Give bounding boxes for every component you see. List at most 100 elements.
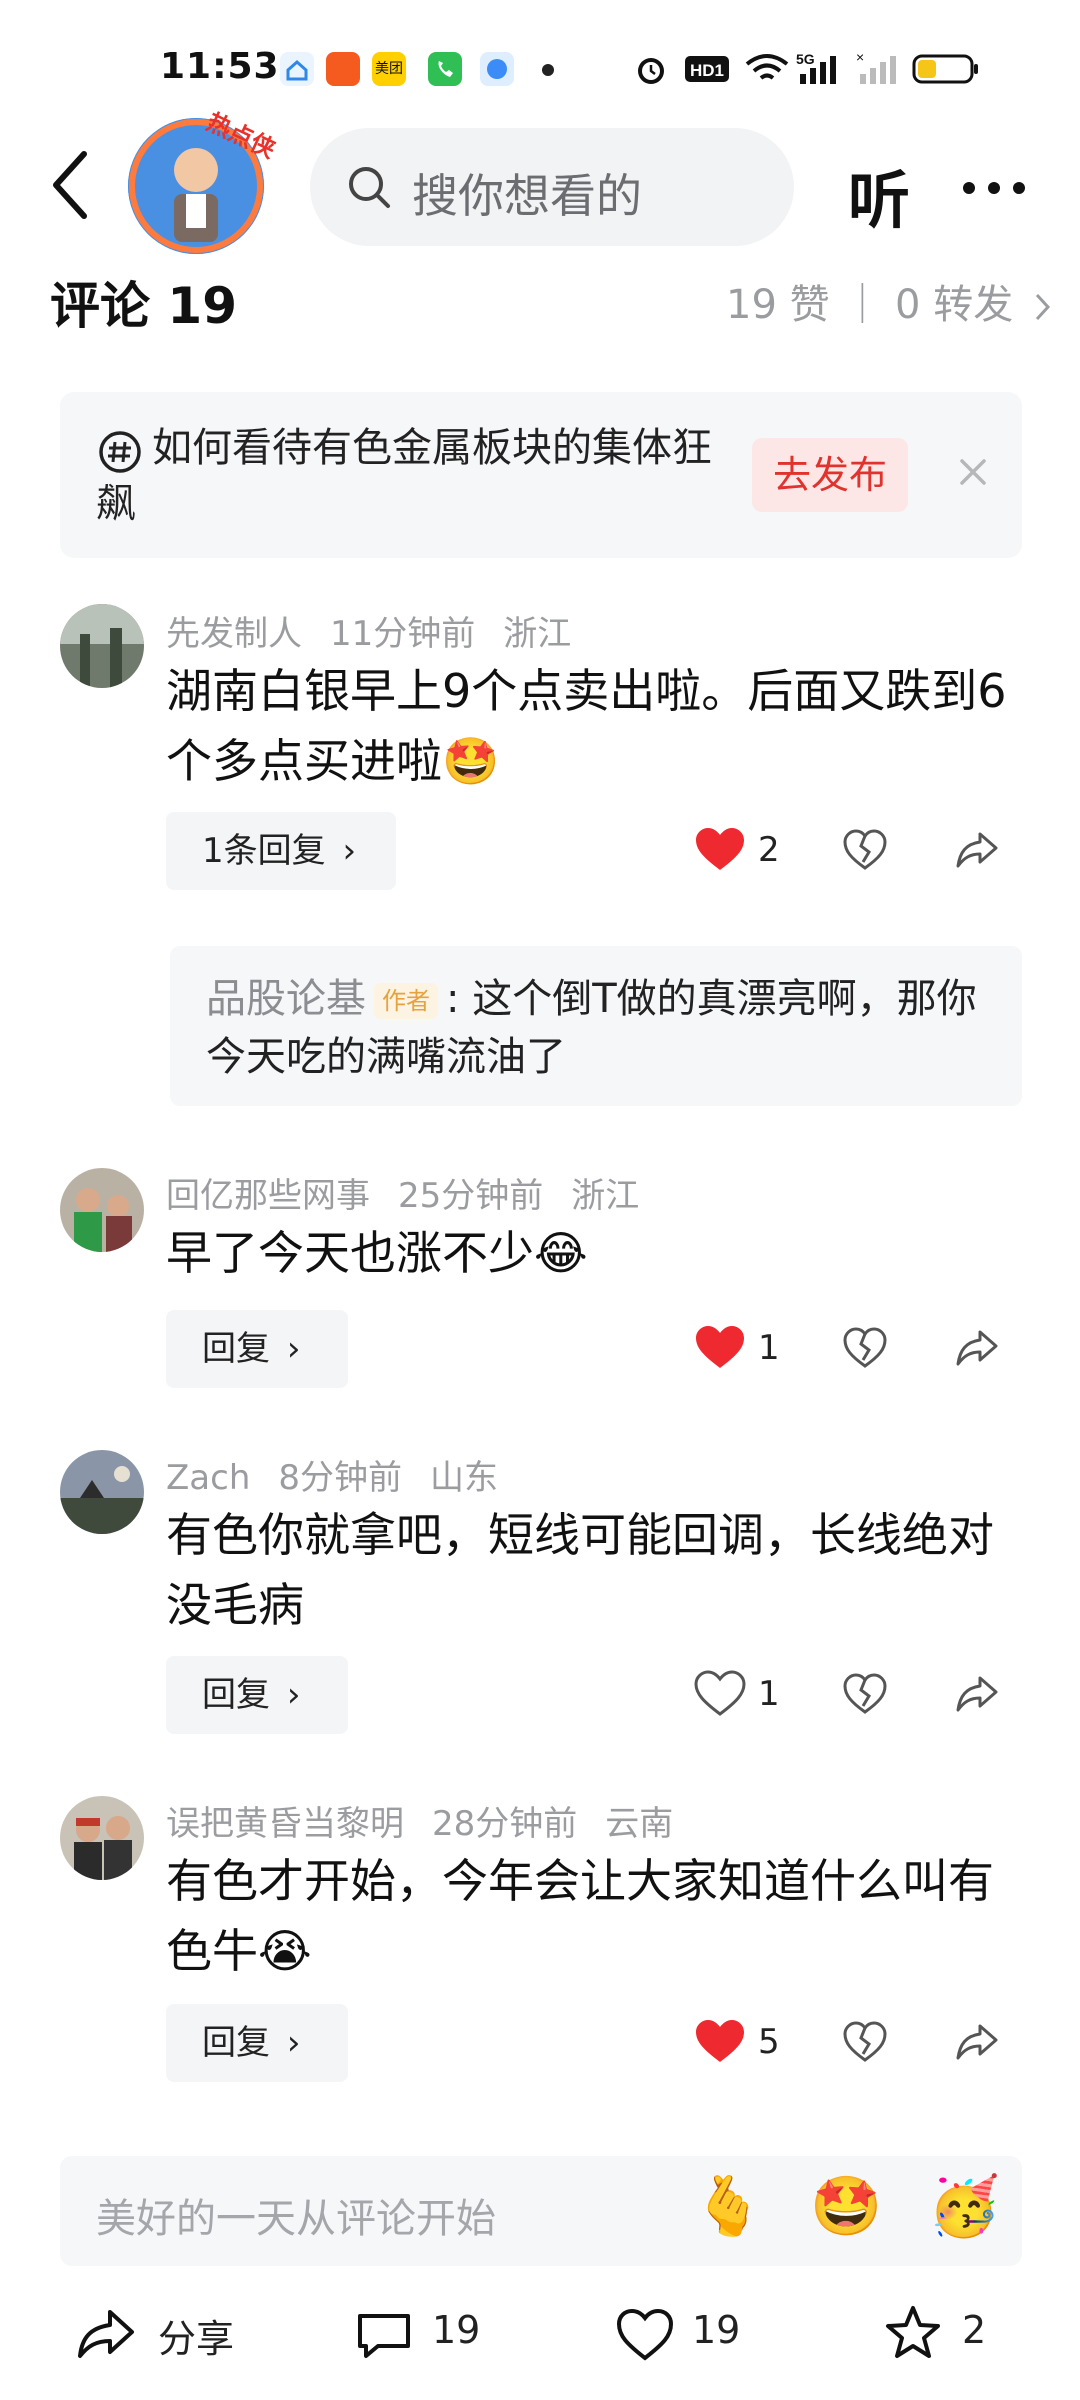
chevron-right-icon: › [286,1675,301,1715]
comment-time: 8分钟前 [278,1458,403,1498]
listen-button[interactable]: 听 [848,150,910,240]
search-icon [346,164,396,218]
home-app-icon [280,52,314,86]
comment-location: 山东 [430,1458,499,1498]
like-button[interactable] [694,2018,746,2070]
share-arrow-icon [956,832,998,868]
finger-heart-emoji-button[interactable]: 🫰 [692,2172,764,2241]
like-post-button[interactable] [616,2308,674,2366]
broken-heart-icon [843,1327,887,1368]
star-eyes-emoji-button[interactable]: 🤩 [810,2172,882,2241]
topic-text: 如何看待有色金属板块的集体狂飙 [96,420,726,532]
comment-meta: 先发制人 11分钟前 浙江 [166,606,599,655]
share-button[interactable] [76,2306,136,2366]
publish-button[interactable]: 去发布 [752,438,908,512]
alipay-app-icon [326,52,360,86]
party-emoji-button[interactable]: 🥳 [928,2172,1000,2241]
reply-label: 回复 [202,1329,270,1369]
reply-button[interactable]: 回复 › [166,1656,348,1734]
svg-text:×: × [856,50,864,65]
share-comment-button[interactable] [954,828,1000,876]
back-button[interactable] [50,150,90,220]
comment-location: 云南 [605,1804,674,1844]
share-label: 分享 [158,2317,235,2361]
signal-icon: × [856,49,902,92]
comment-button[interactable] [356,2310,412,2366]
dislike-button[interactable] [842,1326,888,1374]
comment-text: 湖南白银早上9个点卖出啦。后面又跌到6个多点买进啦🤩 [166,664,1007,788]
comment-text: 早了今天也涨不少😂 [166,1226,588,1280]
comment-user[interactable]: 回亿那些网事 [166,1176,370,1216]
comment-user[interactable]: 误把黄昏当黎明 [166,1804,404,1844]
broken-heart-icon [843,829,887,870]
summary-text: 19 赞 ｜ 0 转发 [726,282,1014,328]
comment-time: 25分钟前 [398,1176,544,1216]
comment-bubble-icon [358,2314,410,2358]
hd-icon: HD1 [684,50,730,92]
like-count: 1 [758,1328,780,1368]
share-comment-button[interactable] [954,2020,1000,2068]
reply-label: 回复 [202,2023,270,2063]
wifi-icon [744,50,790,92]
like-button[interactable] [694,826,746,878]
svg-text:5G: 5G [796,51,815,67]
comment-avatar[interactable] [60,1168,144,1252]
comment-input-placeholder: 美好的一天从评论开始 [96,2196,496,2242]
share-arrow-icon [956,2024,998,2060]
chevron-right-icon: › [286,1329,301,1369]
more-notifications-dot [542,64,554,76]
comment-avatar[interactable] [60,1796,144,1880]
heart-filled-icon [696,828,744,870]
like-post-count: 19 [692,2308,741,2352]
share-comment-button[interactable] [954,1326,1000,1374]
favorite-button[interactable] [884,2304,942,2366]
heart-filled-icon [696,2020,744,2062]
likes-reposts-summary[interactable]: 19 赞 ｜ 0 转发 [726,272,1054,330]
broken-heart-icon [843,2021,887,2062]
5g-signal-icon: 5G [796,50,842,92]
nested-reply: 品股论基 作者: 这个倒T做的真漂亮啊，那你今天吃的满嘴流油了 [206,970,996,1086]
alarm-icon [632,50,670,92]
comment-text: 有色你就拿吧，短线可能回调，长线绝对没毛病 [166,1508,994,1632]
comment-time: 11分钟前 [330,614,476,654]
more-options-button[interactable] [962,180,1026,194]
share-arrow-icon [956,1676,998,1712]
status-time: 11:53 [160,46,280,87]
broken-heart-icon [843,1673,887,1714]
favorite-count: 2 [962,2308,987,2352]
dislike-button[interactable] [842,828,888,876]
comment-location: 浙江 [571,1176,640,1216]
like-button[interactable] [694,1670,746,1722]
heart-outline-icon [616,2308,674,2361]
star-outline-icon [886,2306,940,2358]
reply-button[interactable]: 回复 › [166,2004,348,2082]
comment-text: 有色才开始，今年会让大家知道什么叫有色牛😭 [166,1854,994,1978]
like-button[interactable] [694,1324,746,1376]
comment-avatar[interactable] [60,604,144,688]
comment-user[interactable]: 先发制人 [166,614,302,654]
comment-avatar[interactable] [60,1450,144,1534]
comment-count: 19 [432,2308,481,2352]
comment-meta: 误把黄昏当黎明 28分钟前 云南 [166,1796,701,1845]
phone-app-icon [428,52,462,86]
nested-reply-user[interactable]: 品股论基 [206,976,366,1022]
chevron-right-icon: › [342,831,357,871]
browser-app-icon [480,52,514,86]
dislike-button[interactable] [842,2020,888,2068]
share-arrow-icon [956,1330,998,1366]
comment-time: 28分钟前 [432,1804,578,1844]
share-comment-button[interactable] [954,1672,1000,1720]
heart-filled-icon [696,1326,744,1368]
comments-title: 评论 19 [50,277,237,335]
reply-button[interactable]: 回复 › [166,1310,348,1388]
comment-user[interactable]: Zach [166,1458,250,1498]
close-topic-button[interactable] [956,455,990,489]
reply-label: 回复 [202,1675,270,1715]
chevron-right-icon: › [286,2023,301,2063]
like-count: 2 [758,830,780,870]
battery-icon [912,50,980,92]
svg-text:HD1: HD1 [690,61,724,80]
view-replies-button[interactable]: 1条回复 › [166,812,396,890]
like-count: 5 [758,2022,780,2062]
dislike-button[interactable] [842,1672,888,1720]
